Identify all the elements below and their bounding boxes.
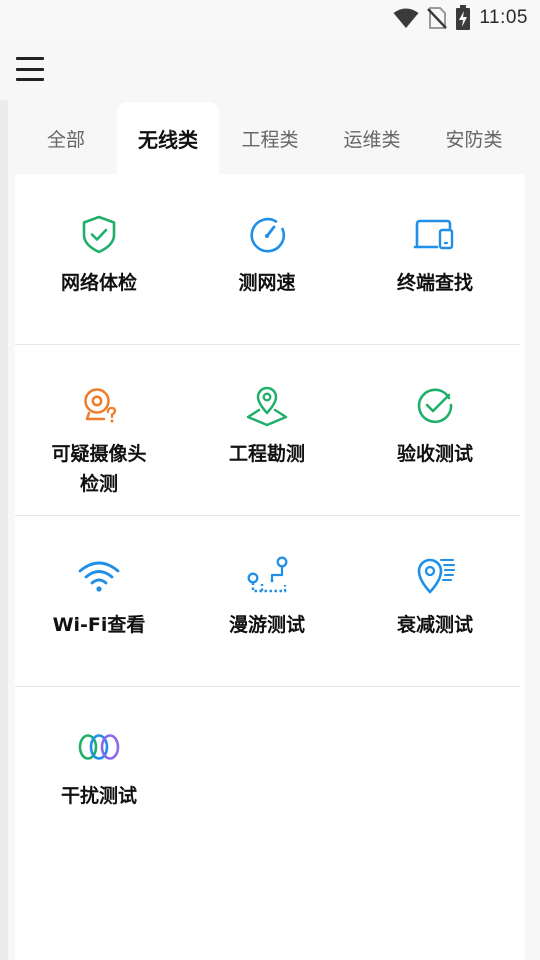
devices-icon (413, 219, 454, 250)
status-time: 11:05 (479, 7, 528, 28)
wifi-icon (78, 561, 120, 592)
tool-label: 工程勘测 (228, 443, 305, 465)
tools-row: Wi-Fi查看 漫游测试 衰减测试 (15, 516, 520, 687)
tools-row: 网络体检 测网速 终端查找 (15, 174, 520, 345)
tool-hidden-camera-detect[interactable]: 可疑摄像头 检测 (15, 345, 183, 516)
camera-question-icon (84, 388, 117, 423)
map-pin-icon (246, 386, 288, 427)
interference-rings-icon (78, 734, 120, 760)
tool-label: 可疑摄像头 检测 (51, 443, 147, 495)
tool-interference-test[interactable]: 干扰测试 (15, 687, 183, 858)
tool-label: 干扰测试 (60, 785, 137, 807)
tool-terminal-finder[interactable]: 终端查找 (351, 174, 519, 345)
status-icons: 11:05 (393, 5, 528, 31)
tool-network-checkup[interactable]: 网络体检 (15, 174, 183, 345)
tool-label: 衰减测试 (396, 614, 473, 636)
wifi-icon (393, 8, 419, 28)
hamburger-menu-icon[interactable] (16, 55, 44, 83)
tab-wireless[interactable]: 无线类 (117, 102, 219, 174)
check-circle-icon (417, 388, 453, 424)
tools-row: 干扰测试 (15, 687, 520, 858)
tool-label: 漫游测试 (228, 614, 305, 636)
signal-attenuation-icon (417, 558, 455, 594)
speedometer-icon (250, 217, 286, 253)
roaming-path-icon (247, 556, 288, 593)
side-edge (0, 100, 8, 960)
tool-label: Wi-Fi查看 (52, 614, 146, 636)
tab-operations[interactable]: 运维类 (321, 102, 423, 174)
tool-label: 验收测试 (396, 443, 473, 465)
tab-all[interactable]: 全部 (15, 102, 117, 174)
tab-security[interactable]: 安防类 (423, 102, 525, 174)
tool-acceptance-test[interactable]: 验收测试 (351, 345, 519, 516)
tool-label: 网络体检 (60, 272, 137, 294)
status-bar: 11:05 (0, 0, 540, 36)
battery-charging-icon (456, 5, 471, 30)
category-tabs: 全部 无线类 工程类 运维类 安防类 (15, 102, 525, 174)
no-sim-icon (427, 7, 448, 29)
tools-grid: 网络体检 测网速 终端查找 可疑摄像头 检测 工程勘测 验收测试 Wi-Fi查看… (15, 174, 525, 960)
tool-roaming-test[interactable]: 漫游测试 (183, 516, 351, 687)
shield-check-icon (82, 215, 116, 254)
tab-engineering[interactable]: 工程类 (219, 102, 321, 174)
tool-label: 测网速 (238, 272, 296, 294)
tool-wifi-view[interactable]: Wi-Fi查看 (15, 516, 183, 687)
tools-row: 可疑摄像头 检测 工程勘测 验收测试 (15, 345, 520, 516)
tool-site-survey[interactable]: 工程勘测 (183, 345, 351, 516)
tool-label: 终端查找 (396, 272, 473, 294)
tool-attenuation-test[interactable]: 衰减测试 (351, 516, 519, 687)
tool-speed-test[interactable]: 测网速 (183, 174, 351, 345)
